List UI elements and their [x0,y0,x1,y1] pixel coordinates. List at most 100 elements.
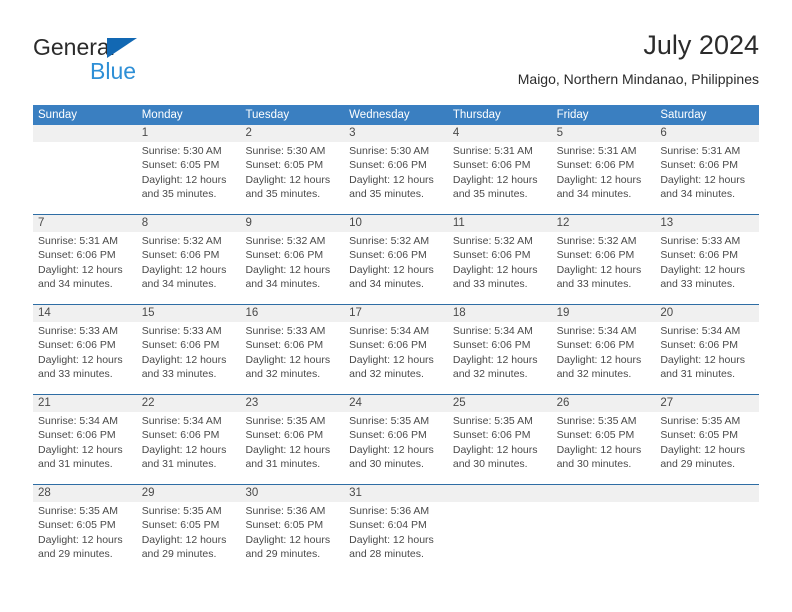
day-cell[interactable]: Sunrise: 5:32 AM Sunset: 6:06 PM Daylight:… [137,232,241,304]
day-cell[interactable]: Sunrise: 5:34 AM Sunset: 6:06 PM Daylight:… [655,322,759,394]
day-number[interactable]: 1 [137,125,241,142]
day-number[interactable]: 30 [240,485,344,502]
day-cell[interactable]: Sunrise: 5:31 AM Sunset: 6:06 PM Daylight:… [552,142,656,214]
day-cell[interactable]: Sunrise: 5:34 AM Sunset: 6:06 PM Daylight:… [33,412,137,484]
day-number[interactable]: 7 [33,215,137,232]
day-number[interactable]: 14 [33,305,137,322]
daylight-text-line2: and 34 minutes. [349,277,424,290]
day-cell[interactable]: Sunrise: 5:35 AM Sunset: 6:06 PM Daylight:… [448,412,552,484]
day-number[interactable]: 29 [137,485,241,502]
day-cell[interactable]: Sunrise: 5:36 AM Sunset: 6:05 PM Daylight:… [240,502,344,574]
day-cell[interactable]: Sunrise: 5:35 AM Sunset: 6:05 PM Daylight:… [33,502,137,574]
daylight-text-line1: Daylight: 12 hours [141,533,227,546]
day-number[interactable]: 4 [448,125,552,142]
sunrise-text: Sunrise: 5:34 AM [141,415,222,427]
day-cell[interactable]: Sunrise: 5:32 AM Sunset: 6:06 PM Daylight:… [344,232,448,304]
day-cell[interactable]: Sunrise: 5:31 AM Sunset: 6:06 PM Daylight:… [448,142,552,214]
day-cell[interactable]: Sunrise: 5:33 AM Sunset: 6:06 PM Daylight:… [33,322,137,394]
weekday-header-monday: Monday [141,109,183,121]
day-number[interactable]: 19 [552,305,656,322]
day-number[interactable]: 8 [137,215,241,232]
day-cell[interactable]: Sunrise: 5:35 AM Sunset: 6:06 PM Daylight:… [240,412,344,484]
calendar-page: General Blue July 2024 Maigo, Northern M… [0,0,792,612]
day-number[interactable]: 10 [344,215,448,232]
weekday-header-sunday: Sunday [38,109,78,121]
day-number[interactable]: 26 [552,395,656,412]
day-number[interactable]: 23 [240,395,344,412]
sunset-text: Sunset: 6:06 PM [452,249,531,262]
day-cell[interactable]: Sunrise: 5:36 AM Sunset: 6:04 PM Daylight:… [344,502,448,574]
day-number[interactable]: 16 [240,305,344,322]
day-number[interactable]: 20 [655,305,759,322]
daylight-text-line2: and 33 minutes. [141,367,217,380]
day-number[interactable]: 3 [344,125,448,142]
day-cell[interactable]: Sunrise: 5:32 AM Sunset: 6:06 PM Daylight:… [552,232,656,304]
day-number[interactable]: 22 [137,395,241,412]
week-date-strip: 14 15 16 17 18 19 20 [33,305,759,322]
daylight-text-line1: Daylight: 12 hours [452,443,538,456]
week-date-strip: 28 29 30 31 [33,485,759,502]
calendar-weeks: 1 2 3 4 5 6 Sunrise: 5:30 AM Sunset: 6:05 PM Day… [33,125,759,574]
day-cell[interactable]: Sunrise: 5:32 AM Sunset: 6:06 PM Daylight:… [240,232,344,304]
day-number[interactable]: 27 [655,395,759,412]
title-block: July 2024 Maigo, Northern Mindanao, Phil… [518,28,759,89]
day-number[interactable]: 6 [655,125,759,142]
general-blue-logo[interactable]: General Blue [33,34,163,88]
day-number[interactable]: 15 [137,305,241,322]
sunset-text: Sunset: 6:06 PM [38,249,116,262]
day-number[interactable]: 11 [448,215,552,232]
daylight-text-line2: and 34 minutes. [141,277,217,290]
day-cell[interactable]: Sunrise: 5:34 AM Sunset: 6:06 PM Daylight:… [137,412,241,484]
day-cell[interactable]: Sunrise: 5:34 AM Sunset: 6:06 PM Daylight:… [552,322,656,394]
day-cell[interactable]: Sunrise: 5:32 AM Sunset: 6:06 PM Daylight:… [448,232,552,304]
day-number[interactable]: 9 [240,215,344,232]
daylight-text-line2: and 32 minutes. [245,367,321,380]
day-number[interactable]: 5 [552,125,656,142]
day-number[interactable]: 12 [552,215,656,232]
sunrise-text: Sunrise: 5:33 AM [141,325,222,337]
day-number[interactable]: 21 [33,395,137,412]
day-cell[interactable]: Sunrise: 5:30 AM Sunset: 6:05 PM Daylight:… [240,142,344,214]
daylight-text-line2: and 33 minutes. [556,277,632,290]
day-cell[interactable]: Sunrise: 5:35 AM Sunset: 6:06 PM Daylight:… [344,412,448,484]
daylight-text-line2: and 29 minutes. [141,547,217,560]
day-number[interactable]: 17 [344,305,448,322]
sunset-text: Sunset: 6:06 PM [660,249,738,262]
day-number[interactable]: 13 [655,215,759,232]
day-cell[interactable]: Sunrise: 5:35 AM Sunset: 6:05 PM Daylight:… [552,412,656,484]
day-number[interactable]: 31 [344,485,448,502]
day-number[interactable]: 18 [448,305,552,322]
day-cell[interactable]: Sunrise: 5:33 AM Sunset: 6:06 PM Daylight:… [655,232,759,304]
sunset-text: Sunset: 6:06 PM [452,339,531,352]
day-cell[interactable]: Sunrise: 5:30 AM Sunset: 6:06 PM Daylight:… [344,142,448,214]
weekday-header-thursday: Thursday [452,109,501,121]
sunset-text: Sunset: 6:06 PM [141,429,220,442]
day-number[interactable]: 24 [344,395,448,412]
day-cell[interactable]: Sunrise: 5:35 AM Sunset: 6:05 PM Daylight:… [655,412,759,484]
day-cell[interactable]: Sunrise: 5:31 AM Sunset: 6:06 PM Daylight:… [655,142,759,214]
daylight-text-line2: and 31 minutes. [38,457,113,470]
daylight-text-line1: Daylight: 12 hours [660,353,745,366]
week-date-strip: 7 8 9 10 11 12 13 [33,215,759,232]
sunset-text: Sunset: 6:06 PM [556,339,635,352]
sunrise-text: Sunrise: 5:34 AM [38,415,118,427]
day-cell[interactable]: Sunrise: 5:33 AM Sunset: 6:06 PM Daylight:… [137,322,241,394]
daylight-text-line2: and 35 minutes. [349,187,424,200]
day-cell[interactable]: Sunrise: 5:30 AM Sunset: 6:05 PM Daylight:… [137,142,241,214]
day-cell[interactable]: Sunrise: 5:34 AM Sunset: 6:06 PM Daylight:… [344,322,448,394]
day-cell[interactable]: Sunrise: 5:31 AM Sunset: 6:06 PM Daylight:… [33,232,137,304]
daylight-text-line2: and 34 minutes. [660,187,736,200]
day-cell[interactable]: Sunrise: 5:35 AM Sunset: 6:05 PM Daylight:… [137,502,241,574]
day-number[interactable]: 25 [448,395,552,412]
day-cell[interactable]: Sunrise: 5:33 AM Sunset: 6:06 PM Daylight:… [240,322,344,394]
day-number[interactable]: 28 [33,485,137,502]
daylight-text-line1: Daylight: 12 hours [349,173,434,186]
daylight-text-line1: Daylight: 12 hours [245,353,331,366]
weekday-header-tuesday: Tuesday [245,109,290,121]
sunset-text: Sunset: 6:05 PM [141,519,220,532]
sunrise-text: Sunrise: 5:35 AM [141,505,222,517]
daylight-text-line1: Daylight: 12 hours [452,353,538,366]
day-number[interactable]: 2 [240,125,344,142]
daylight-text-line1: Daylight: 12 hours [660,263,745,276]
day-cell[interactable]: Sunrise: 5:34 AM Sunset: 6:06 PM Daylight:… [448,322,552,394]
